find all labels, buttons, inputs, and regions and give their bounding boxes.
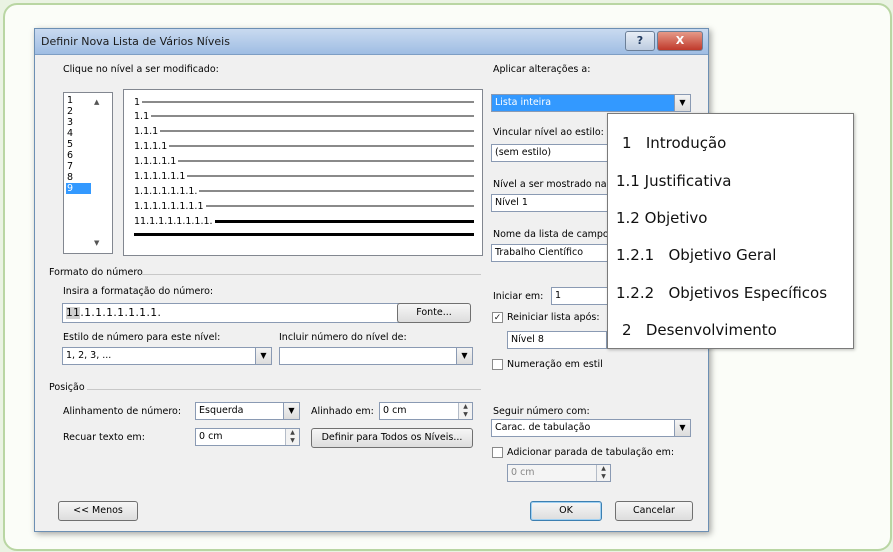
scroll-down-icon[interactable]: ▼	[94, 239, 99, 247]
list-item[interactable]: 5	[67, 139, 73, 150]
link-style-label: Vincular nível ao estilo:	[493, 127, 604, 138]
tab-stop-field[interactable]: 0 cm ▲ ▼	[507, 464, 611, 482]
outline-item: 1 Introdução	[622, 134, 727, 152]
outline-item: 1.2.2 Objetivos Específicos	[616, 284, 828, 302]
include-level-label: Incluir número do nível de:	[279, 332, 407, 343]
list-item-selected[interactable]: 9	[66, 183, 91, 194]
restart-list-label: Reiniciar lista após:	[507, 312, 600, 323]
list-name-label: Nome da lista de campo	[493, 229, 609, 240]
text-indent-field[interactable]: 0 cm ▲ ▼	[195, 428, 300, 446]
list-item[interactable]: 4	[67, 128, 73, 139]
number-format-group-label: Formato do número	[49, 267, 143, 278]
list-item[interactable]: 6	[67, 150, 73, 161]
less-button[interactable]: << Menos	[58, 501, 138, 521]
title-bar: Definir Nova Lista de Vários Níveis ? X	[35, 29, 708, 55]
chevron-down-icon[interactable]: ▼	[674, 95, 690, 111]
aligned-at-label: Alinhado em:	[311, 406, 374, 417]
number-style-select[interactable]: 1, 2, 3, ... ▼	[62, 347, 272, 365]
list-preview: 1 1.1 1.1.1 1.1.1.1 1.1.1.1.1 1.1.1.1.1.…	[123, 89, 483, 256]
spinner-icon[interactable]: ▲ ▼	[285, 429, 299, 445]
chevron-down-icon[interactable]: ▼	[283, 403, 299, 419]
start-at-field[interactable]: 1	[551, 287, 611, 305]
chevron-down-icon[interactable]: ▼	[456, 348, 472, 364]
divider	[141, 274, 481, 275]
apply-to-select[interactable]: Lista inteira ▼	[491, 94, 691, 112]
font-button[interactable]: Fonte...	[397, 303, 471, 323]
number-alignment-label: Alinhamento de número:	[63, 406, 182, 417]
number-style-label: Estilo de número para este nível:	[63, 332, 221, 343]
add-tab-stop-label: Adicionar parada de tabulação em:	[507, 447, 675, 458]
ok-button[interactable]: OK	[530, 501, 602, 521]
follow-number-select[interactable]: Carac. de tabulação ▼	[491, 419, 691, 437]
restart-after-select[interactable]: Nível 8	[507, 331, 607, 349]
preview-line: 1.1.1.1.1.1.1.	[134, 185, 474, 197]
preview-line: 1	[134, 96, 474, 108]
position-group-label: Posição	[49, 382, 85, 393]
text-indent-label: Recuar texto em:	[63, 432, 145, 443]
add-tab-stop-checkbox[interactable]	[492, 447, 503, 458]
set-for-all-levels-button[interactable]: Definir para Todos os Níveis...	[311, 428, 473, 448]
list-item[interactable]: 8	[67, 172, 73, 183]
preview-line: 1.1.1.1.1.1	[134, 170, 474, 182]
follow-number-label: Seguir número com:	[493, 406, 590, 417]
preview-line: 1.1.1.1.1.1.1.1	[134, 200, 474, 212]
example-outline-box: 1 Introdução 1.1 Justificativa 1.2 Objet…	[607, 113, 854, 349]
cancel-button[interactable]: Cancelar	[615, 501, 693, 521]
apply-label: Aplicar alterações a:	[493, 64, 591, 75]
level-listbox[interactable]: 1 2 3 4 5 6 7 8 9 ▲ ▼	[63, 92, 113, 254]
spinner-icon[interactable]: ▲ ▼	[458, 403, 472, 419]
chevron-down-icon[interactable]: ▼	[255, 348, 271, 364]
list-item[interactable]: 3	[67, 117, 73, 128]
legal-style-label: Numeração em estil	[507, 359, 603, 370]
level-label: Clique no nível a ser modificado:	[63, 64, 219, 75]
scroll-up-icon[interactable]: ▲	[94, 98, 99, 106]
include-level-select[interactable]: ▼	[279, 347, 473, 365]
outline-item: 1.2.1 Objetivo Geral	[616, 246, 777, 264]
dialog-title: Definir Nova Lista de Vários Níveis	[41, 35, 230, 48]
divider	[87, 389, 481, 390]
show-level-label: Nível a ser mostrado na	[493, 179, 607, 190]
list-item[interactable]: 7	[67, 161, 73, 172]
preview-line: 11.1.1.1.1.1.1.1.	[134, 215, 474, 227]
chevron-down-icon[interactable]: ▼	[674, 420, 690, 436]
outline-item: 1.2 Objetivo	[616, 209, 708, 227]
outline-item: 1.1 Justificativa	[616, 172, 732, 190]
preview-bottom-rule	[134, 233, 474, 236]
preview-line: 1.1.1.1	[134, 140, 474, 152]
help-button[interactable]: ?	[625, 31, 655, 51]
list-item[interactable]: 2	[67, 106, 73, 117]
spinner-icon[interactable]: ▲ ▼	[596, 465, 610, 481]
enter-format-label: Insira a formatação do número:	[63, 286, 214, 297]
number-format-input[interactable]: 11.1.1.1.1.1.1.1.	[62, 303, 402, 323]
number-alignment-select[interactable]: Esquerda ▼	[195, 402, 300, 420]
start-at-label: Iniciar em:	[493, 291, 544, 302]
preview-line: 1.1.1	[134, 125, 474, 137]
list-item[interactable]: 1	[67, 95, 73, 106]
outline-item: 2 Desenvolvimento	[622, 321, 777, 339]
preview-line: 1.1	[134, 110, 474, 122]
aligned-at-field[interactable]: 0 cm ▲ ▼	[379, 402, 473, 420]
preview-line: 1.1.1.1.1	[134, 155, 474, 167]
close-button[interactable]: X	[657, 31, 703, 51]
restart-list-checkbox[interactable]: ✓	[492, 312, 503, 323]
legal-style-checkbox[interactable]	[492, 359, 503, 370]
